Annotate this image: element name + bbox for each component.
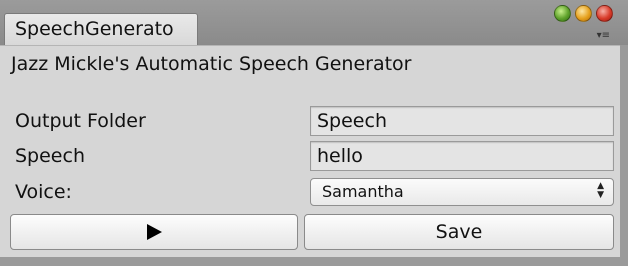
window-controls [554,5,613,22]
voice-dropdown[interactable]: Samantha ▲ ▼ [310,178,614,206]
output-folder-field[interactable]: Speech [310,106,614,136]
tab-menu-icon[interactable]: ▾≡ [588,30,610,42]
speech-generator-panel: Jazz Mickle's Automatic Speech Generator… [0,45,620,258]
window-bottom-border [0,257,628,266]
close-button[interactable] [596,5,613,22]
tab-speech-generator[interactable]: SpeechGenerato [4,13,198,46]
save-button-label: Save [435,221,483,243]
output-folder-label: Output Folder [15,110,146,132]
play-button[interactable] [10,214,298,250]
window-right-border [620,45,628,266]
editor-tab-strip: SpeechGenerato ▾≡ [0,0,628,46]
maximize-button[interactable] [554,5,571,22]
voice-selected-value: Samantha [322,182,404,201]
minimize-button[interactable] [575,5,592,22]
speech-label: Speech [15,145,85,167]
play-icon [146,224,162,240]
voice-label: Voice: [15,181,72,203]
speech-field[interactable]: hello [310,141,614,171]
save-button[interactable]: Save [304,214,614,250]
dropdown-arrows-icon: ▲ ▼ [597,181,604,200]
panel-title: Jazz Mickle's Automatic Speech Generator [11,53,412,75]
